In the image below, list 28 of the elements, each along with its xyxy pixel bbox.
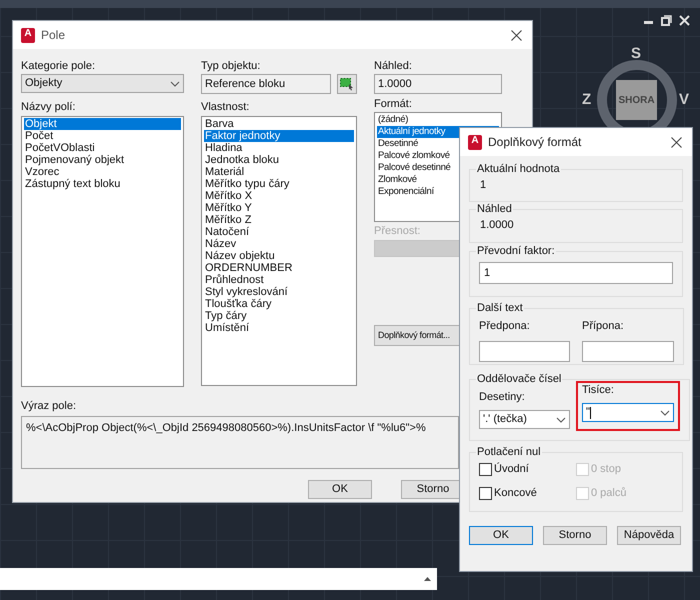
object-type-field: Reference bloku <box>201 74 331 94</box>
group-label: Další text <box>476 302 524 314</box>
compass-letter: Z <box>582 92 592 108</box>
field-label: Přesnost: <box>374 225 422 238</box>
group-label: Náhled <box>476 203 513 215</box>
preview-field: 1.0000 <box>374 74 502 94</box>
app-logo-icon: A <box>468 134 482 150</box>
app-logo-icon: A <box>21 28 35 42</box>
compass-letter: V <box>679 92 690 108</box>
window-title: Pole <box>41 27 66 44</box>
compass-letter: S <box>631 46 642 62</box>
field-label: Formát: <box>374 98 413 111</box>
preview-value: 1.0000 <box>479 218 515 233</box>
group-label: Oddělovače čísel <box>476 373 562 385</box>
field-label: Desetiny: <box>479 391 526 404</box>
field-label: Tisíce: <box>582 384 615 397</box>
field-label: Předpona: <box>479 320 531 333</box>
current-value: 1 <box>479 178 488 193</box>
field-label: Výraz pole: <box>21 400 78 413</box>
group-label: Převodní faktor: <box>476 245 556 257</box>
field-label: Kategorie pole: <box>21 60 96 73</box>
field-label: Názvy polí: <box>21 101 76 114</box>
field-label: Vlastnost: <box>201 101 250 114</box>
group-label: Aktuální hodnota <box>476 163 561 175</box>
field-label: Typ objektu: <box>201 60 262 73</box>
field-label: Náhled: <box>374 60 413 73</box>
field-label: Přípona: <box>582 320 625 333</box>
group-label: Potlačení nul <box>476 446 542 458</box>
